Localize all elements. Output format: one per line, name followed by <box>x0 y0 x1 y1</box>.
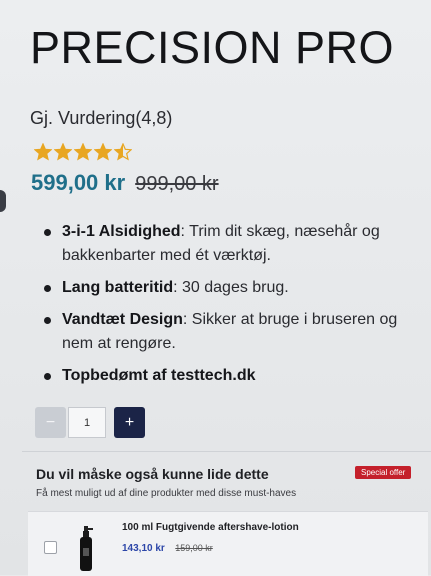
star-icon <box>74 143 92 161</box>
feature-item: 3-i-1 Alsidighed: Trim dit skæg, næsehår… <box>34 220 414 268</box>
upsell-item-name: 100 ml Fugtgivende aftershave-lotion <box>122 522 299 533</box>
rating-label: Gj. Vurdering(4,8) <box>30 108 173 128</box>
feature-item: Vandtæt Design: Sikker at bruge i bruser… <box>34 308 414 356</box>
feature-title: 3-i-1 Alsidighed <box>62 223 181 240</box>
upsell-item-checkbox[interactable] <box>44 541 57 554</box>
bullet-icon <box>44 317 51 324</box>
price-row: 599,00 kr 999,00 kr <box>31 170 219 196</box>
rating-stars <box>34 143 132 161</box>
upsell-original-price: 159,00 kr <box>175 543 213 553</box>
special-offer-badge: Special offer <box>355 466 412 479</box>
quantity-stepper: − + <box>35 407 145 438</box>
feature-text: : 30 dages brug. <box>173 279 289 296</box>
bullet-icon <box>44 373 51 380</box>
lotion-bottle-icon <box>80 526 93 571</box>
star-icon <box>114 143 132 161</box>
product-title: PRECISION PRO <box>30 22 395 73</box>
side-tab-handle[interactable] <box>0 190 6 212</box>
section-divider <box>22 451 431 452</box>
upsell-subtitle: Få mest muligt ud af dine produkter med … <box>36 488 297 499</box>
product-page: PRECISION PRO Gj. Vurdering(4,8) 599,00 … <box>0 0 431 576</box>
feature-title: Topbedømt af testtech.dk <box>62 367 256 384</box>
upsell-heading: Du vil måske også kunne lide dette <box>36 466 269 482</box>
decrease-quantity-button[interactable]: − <box>35 407 66 438</box>
star-icon <box>94 143 112 161</box>
feature-item: Lang batteritid: 30 dages brug. <box>34 276 414 300</box>
bullet-icon <box>44 285 51 292</box>
bullet-icon <box>44 229 51 236</box>
star-icon <box>34 143 52 161</box>
original-price: 999,00 kr <box>135 173 219 195</box>
upsell-item[interactable]: 100 ml Fugtgivende aftershave-lotion 143… <box>28 511 428 576</box>
upsell-sale-price: 143,10 kr <box>122 543 165 554</box>
quantity-input[interactable] <box>68 407 106 438</box>
star-icon <box>54 143 72 161</box>
feature-item: Topbedømt af testtech.dk <box>34 364 414 388</box>
feature-title: Vandtæt Design <box>62 311 183 328</box>
sale-price: 599,00 kr <box>31 170 126 195</box>
upsell-item-price: 143,10 kr 159,00 kr <box>122 538 213 556</box>
feature-title: Lang batteritid <box>62 279 174 296</box>
increase-quantity-button[interactable]: + <box>114 407 145 438</box>
feature-list: 3-i-1 Alsidighed: Trim dit skæg, næsehår… <box>34 220 414 396</box>
